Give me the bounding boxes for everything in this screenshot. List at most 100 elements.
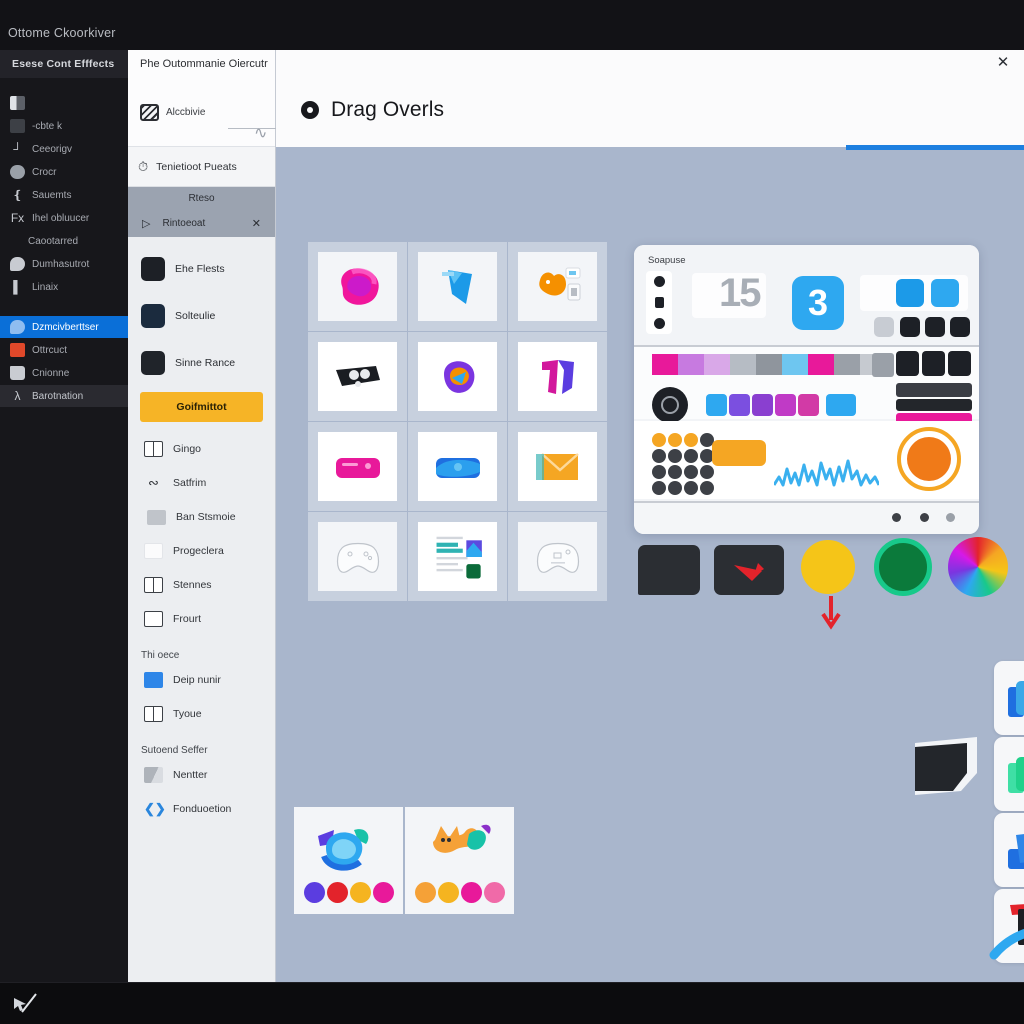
- power-knob-icon[interactable]: [652, 387, 688, 423]
- swatch-strip[interactable]: [652, 354, 886, 375]
- waveform-icon: [774, 459, 879, 487]
- snapshot-label: Soapuse: [648, 255, 686, 266]
- sidebar-item-7[interactable]: Dumhasutrot: [0, 253, 128, 275]
- color-dot-row[interactable]: [414, 882, 505, 903]
- sidebar-item-8[interactable]: ▌ Linaix: [0, 276, 128, 298]
- swatch: [782, 354, 808, 375]
- thumbnail-cell[interactable]: [508, 332, 607, 421]
- list-item-ban-stsmoie[interactable]: Ban Stsmoie: [128, 500, 275, 534]
- list-item-label: Satfrim: [173, 477, 207, 489]
- template-preset-row[interactable]: ⏱ Tenietioot Pueats: [128, 147, 275, 187]
- panel2-search[interactable]: Alccbivie: [140, 104, 205, 121]
- blue-fold-tile[interactable]: [994, 813, 1024, 887]
- blue-folder-tile[interactable]: [994, 661, 1024, 735]
- thumbnail-cell[interactable]: [308, 242, 407, 331]
- selection-row[interactable]: ▷ Rintoeoat ✕: [128, 209, 275, 237]
- blue-card-icon: [435, 457, 480, 478]
- list-item-label: Gingo: [173, 443, 202, 455]
- dot-icon: [653, 276, 665, 287]
- keypad-grid[interactable]: [652, 433, 714, 495]
- panel2-title: Phe Outommanie Oiercutr: [140, 58, 268, 70]
- bubble-icon: [10, 257, 25, 271]
- color-dot-row[interactable]: [303, 882, 394, 903]
- blue-folder-icon: [1008, 681, 1024, 717]
- color-dot: [349, 882, 371, 903]
- sidebar-item-0[interactable]: [0, 92, 128, 114]
- primary-cta-button[interactable]: Goifmittot: [140, 392, 263, 422]
- wave-glyph-icon: ∿: [254, 125, 268, 142]
- dark-chip-icon: [896, 351, 919, 376]
- rainbow-round-chip[interactable]: [948, 537, 1008, 597]
- thumbnail-cell[interactable]: [408, 332, 507, 421]
- sidebar-item-label: Barotnation: [32, 390, 84, 402]
- app-row-0[interactable]: Ehe Flests: [128, 245, 275, 292]
- frames2-icon: [144, 706, 163, 722]
- thumbnail-cell[interactable]: [308, 422, 407, 511]
- list-item-satfrim[interactable]: ∾ Satfrim: [128, 466, 275, 500]
- list-item-deip-nunir[interactable]: Deip nunir: [128, 663, 275, 697]
- cursor-pen-icon[interactable]: [12, 992, 38, 1014]
- app-row-2[interactable]: Sinne Rance: [128, 339, 275, 386]
- sidebar-item-6[interactable]: Caootarred: [0, 230, 128, 252]
- dark-arrow-chip[interactable]: [714, 545, 784, 595]
- thumbnail-cell[interactable]: [508, 422, 607, 511]
- sidebar-item-10[interactable]: Ottrcuct: [0, 339, 128, 361]
- lambda-icon: λ: [14, 389, 21, 403]
- bar-icon: ▌: [13, 280, 22, 294]
- snapshot-card[interactable]: Soapuse 15 3: [634, 245, 979, 534]
- thumbnail-cell[interactable]: [508, 512, 607, 601]
- orange-ring-icon[interactable]: [897, 427, 961, 491]
- sidebar-item-1[interactable]: -cbte k: [0, 115, 128, 137]
- os-window-title: Ottome Ckoorkiver: [8, 26, 116, 40]
- close-icon[interactable]: ✕: [252, 217, 261, 230]
- clock-icon: ⏱: [138, 158, 149, 174]
- blue-creature-card[interactable]: [294, 807, 403, 914]
- main-content: ✕ Drag Overls Soapuse 15 3: [276, 50, 1024, 982]
- sidebar-item-3[interactable]: Crocr: [0, 161, 128, 183]
- gamepad-outline-thumb-2: [518, 522, 597, 591]
- sidebar-item-label: Crocr: [32, 166, 57, 178]
- list-item-gingo[interactable]: Gingo: [128, 432, 275, 466]
- thumbnail-cell[interactable]: [508, 242, 607, 331]
- orange-envelope-thumb: [518, 432, 597, 501]
- thumbnail-cell[interactable]: [408, 242, 507, 331]
- thumbnail-cell[interactable]: [308, 332, 407, 421]
- thumbnail-cell[interactable]: [308, 512, 407, 601]
- green-folder-tile[interactable]: [994, 737, 1024, 811]
- close-icon[interactable]: ✕: [994, 54, 1012, 72]
- yellow-round-chip[interactable]: [801, 540, 855, 594]
- selection-header: Rteso: [188, 192, 215, 204]
- section-title-0: Thi oece: [141, 650, 180, 661]
- color-dot: [326, 882, 348, 903]
- mini-tile-wide: [826, 394, 856, 416]
- red-arrow-icon: [734, 563, 764, 581]
- sidebar-item-2[interactable]: ┘ Ceeorigv: [0, 138, 128, 160]
- sidebar-item-5[interactable]: Fx Ihel obluucer: [0, 207, 128, 229]
- bottom-card-row: [294, 807, 514, 914]
- list-item-frourt[interactable]: Frourt: [128, 602, 275, 636]
- sidebar-item-label: Dumhasutrot: [32, 258, 90, 270]
- list-item-fonduoetion[interactable]: ❮❯ Fonduoetion: [128, 792, 275, 826]
- sidebar-item-4[interactable]: ❴ Sauemts: [0, 184, 128, 206]
- panel-icon: [10, 119, 25, 133]
- list-item-progeclera[interactable]: Progeclera: [128, 534, 275, 568]
- dark-chat-chip[interactable]: [638, 545, 700, 595]
- mini-tile-row: [706, 394, 819, 416]
- swatch: [756, 354, 782, 375]
- thumbnail-cell[interactable]: [408, 422, 507, 511]
- thumbnail-cell[interactable]: [408, 512, 507, 601]
- list-item-stennes[interactable]: Stennes: [128, 568, 275, 602]
- list-item-label: Progeclera: [173, 545, 224, 557]
- dark-row: [896, 383, 972, 397]
- orange-creature-card[interactable]: [405, 807, 514, 914]
- green-round-chip[interactable]: [874, 538, 932, 596]
- list-item-tyoue[interactable]: Tyoue: [128, 697, 275, 731]
- sidebar-item-label: Ceeorigv: [32, 143, 73, 155]
- gray-block-icon: [872, 353, 894, 377]
- list-item-nentter[interactable]: Nentter: [128, 758, 275, 792]
- sidebar-item-active[interactable]: Dzmcivberttser: [0, 316, 128, 338]
- orange-fox-thumb: [518, 252, 597, 321]
- app-row-1[interactable]: Solteulie: [128, 292, 275, 339]
- sidebar-item-12[interactable]: λ Barotnation: [0, 385, 128, 407]
- sidebar-item-11[interactable]: Cnionne: [0, 362, 128, 384]
